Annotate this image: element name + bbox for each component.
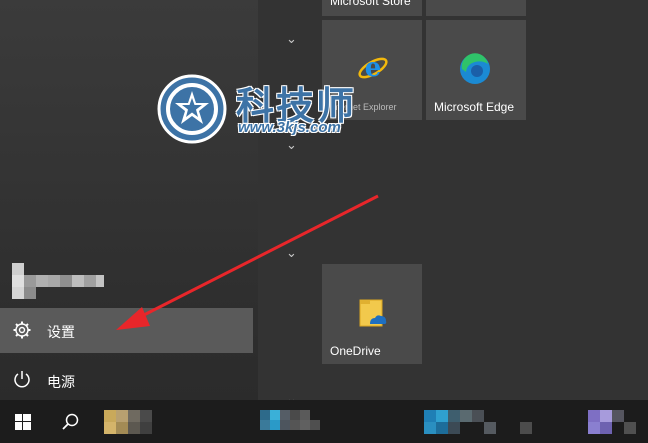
taskbar-app-2[interactable] bbox=[260, 410, 340, 440]
watermark-logo: 科技师 www.3kjs.com bbox=[156, 73, 376, 144]
start-button[interactable] bbox=[0, 400, 46, 443]
red-arrow-annotation bbox=[116, 194, 379, 330]
windows-logo-icon bbox=[15, 414, 31, 430]
taskbar bbox=[0, 400, 648, 443]
taskbar-app-3[interactable] bbox=[424, 410, 544, 440]
search-icon bbox=[62, 413, 79, 430]
star-seal-icon bbox=[157, 74, 227, 144]
taskbar-app-1[interactable] bbox=[104, 410, 164, 440]
taskbar-app-4[interactable] bbox=[588, 410, 648, 440]
search-button[interactable] bbox=[46, 400, 94, 443]
watermark-url: www.3kjs.com bbox=[238, 119, 341, 136]
